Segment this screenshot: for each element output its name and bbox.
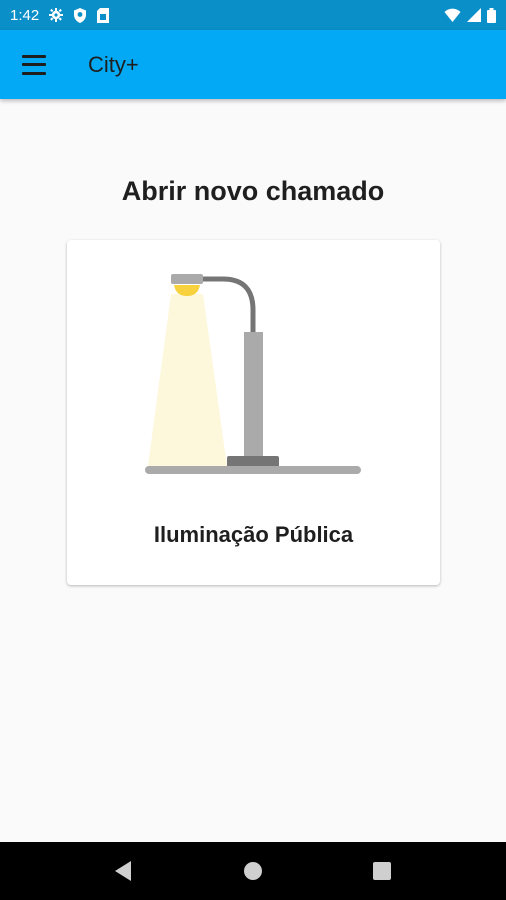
hamburger-menu-icon[interactable] [22,54,48,75]
page-heading: Abrir novo chamado [121,176,385,206]
back-icon[interactable] [104,851,144,891]
status-time: 1:42 [10,6,40,24]
settings-icon [49,8,64,22]
sim-card-icon [97,7,110,23]
home-icon[interactable] [233,851,273,891]
battery-icon [487,7,496,23]
status-bar: 1:42 [0,0,506,30]
wifi-icon [444,8,461,22]
service-card-iluminacao-publica[interactable]: Iluminação Pública [67,240,440,585]
street-lamp-icon [143,270,363,485]
recents-icon[interactable] [362,851,402,891]
card-label: Iluminação Pública [153,522,354,547]
signal-icon [467,8,481,22]
app-title: City+ [88,51,139,77]
app-bar: City+ [0,30,506,99]
navigation-bar [0,842,506,900]
shield-icon [73,7,87,23]
